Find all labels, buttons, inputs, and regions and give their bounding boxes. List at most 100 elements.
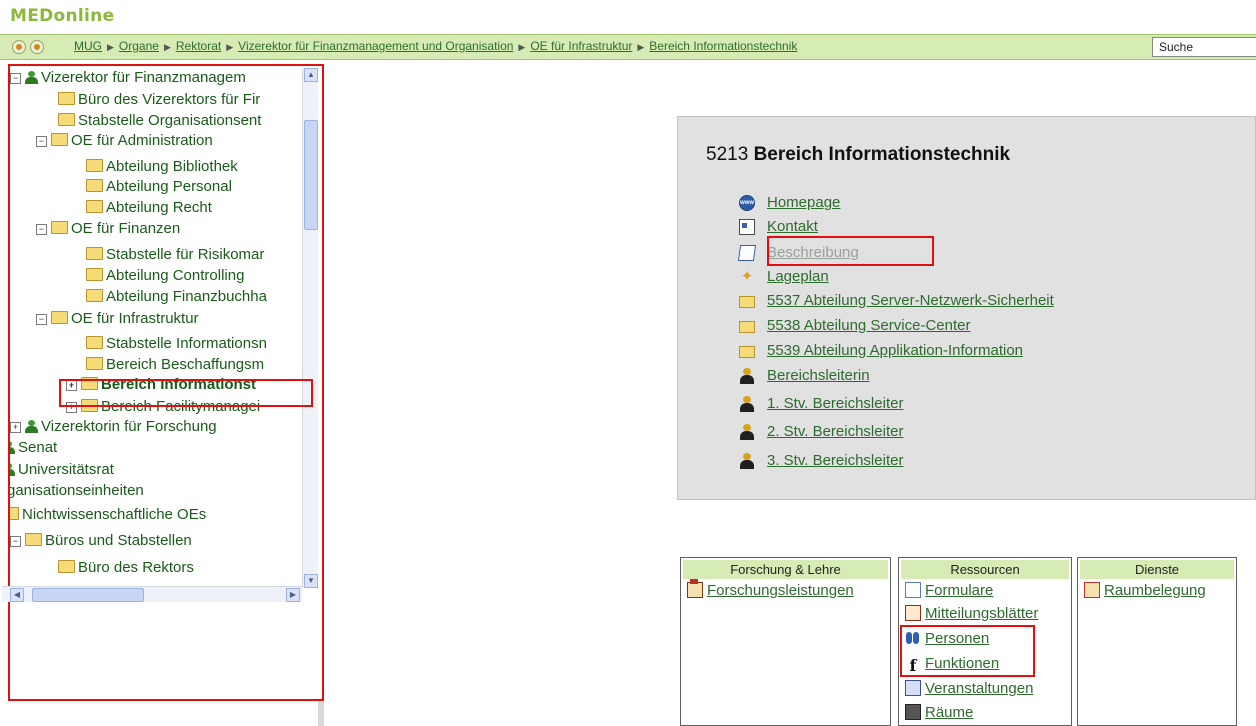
tree-horizontal-scrollbar[interactable]: ◀ ▶ — [2, 586, 302, 602]
search-input[interactable]: Suche — [1152, 37, 1256, 57]
tree-item[interactable]: − Büros und Stabstellen — [10, 531, 192, 551]
link-abteilung-5538[interactable]: 5538 Abteilung Service-Center — [739, 316, 970, 336]
page-title: 5213 Bereich Informationstechnik — [706, 144, 1010, 166]
collapse-icon[interactable]: − — [36, 224, 47, 235]
scroll-thumb[interactable] — [304, 120, 318, 230]
research-icon — [687, 579, 703, 598]
panel-splitter[interactable] — [318, 701, 324, 726]
tree-item-label: Stabstelle für Risikomar — [106, 246, 265, 263]
link-label[interactable]: Räume — [925, 704, 973, 721]
tree-item[interactable]: rganisationseinheiten — [10, 481, 144, 501]
link-mitteilungsblaetter[interactable]: Mitteilungsblätter — [905, 604, 1038, 624]
link-label[interactable]: 3. Stv. Bereichsleiter — [767, 452, 903, 469]
collapse-icon[interactable]: − — [36, 314, 47, 325]
tree-item[interactable]: Senat — [10, 438, 57, 458]
breadcrumb-organe[interactable]: Organe — [119, 39, 159, 53]
link-label[interactable]: Lageplan — [767, 268, 829, 285]
link-homepage[interactable]: www Homepage — [739, 193, 840, 213]
tree-item[interactable]: − OE für Finanzen — [36, 219, 180, 239]
link-forschungsleistungen[interactable]: Forschungsleistungen — [687, 579, 854, 601]
scroll-down-icon[interactable]: ▼ — [304, 574, 318, 588]
link-abteilung-5537[interactable]: 5537 Abteilung Server-Netzwerk-Sicherhei… — [739, 291, 1054, 311]
link-label[interactable]: Veranstaltungen — [925, 680, 1033, 697]
link-label[interactable]: Forschungsleistungen — [707, 582, 854, 599]
link-stv-3[interactable]: 3. Stv. Bereichsleiter — [740, 451, 903, 471]
link-kontakt[interactable]: Kontakt — [739, 217, 818, 237]
scroll-thumb[interactable] — [32, 588, 144, 602]
tree-item[interactable]: Bereich Beschaffungsm — [86, 355, 264, 375]
link-label[interactable]: Formulare — [925, 582, 993, 599]
tree-item[interactable]: Stabstelle Informationsn — [86, 334, 267, 354]
link-label[interactable]: Mitteilungsblätter — [925, 605, 1038, 622]
link-raumbelegung[interactable]: Raumbelegung — [1084, 581, 1206, 601]
link-label[interactable]: Bereichsleiterin — [767, 367, 870, 384]
tree-item-label: Abteilung Personal — [106, 178, 232, 195]
link-label[interactable]: 5538 Abteilung Service-Center — [767, 317, 970, 334]
collapse-icon[interactable]: − — [10, 73, 21, 84]
link-stv-2[interactable]: 2. Stv. Bereichsleiter — [740, 422, 903, 442]
link-label[interactable]: Raumbelegung — [1104, 582, 1206, 599]
breadcrumb-bar: MUG ▶ Organe ▶ Rektorat ▶ Vizerektor für Finan… — [0, 34, 1256, 60]
scroll-up-icon[interactable]: ▲ — [304, 68, 318, 82]
tree-item[interactable]: Abteilung Bibliothek — [86, 157, 238, 177]
link-bereichsleiterin[interactable]: Bereichsleiterin — [740, 366, 870, 386]
tree-item[interactable]: − Vizerektor für Finanzmanagem — [10, 68, 246, 88]
breadcrumb-vizerektor[interactable]: Vizerektor für Finanzmanagement und Orga… — [238, 39, 513, 53]
folder-icon — [25, 533, 42, 546]
tree-item[interactable]: Nichtwissenschaftliche OEs — [10, 505, 206, 525]
org-unit-info: 5213 Bereich Informationstechnik www Home… — [677, 116, 1256, 500]
breadcrumb-oe-infrastruktur[interactable]: OE für Infrastruktur — [530, 39, 632, 53]
tree-item-label: OE für Infrastruktur — [71, 310, 199, 327]
tree-vertical-scrollbar[interactable]: ▲ ▼ — [302, 68, 318, 588]
link-label[interactable]: Homepage — [767, 194, 840, 211]
tree-item-label: Stabstelle Informationsn — [106, 335, 267, 352]
link-stv-1[interactable]: 1. Stv. Bereichsleiter — [740, 394, 903, 414]
breadcrumb-bereich-it[interactable]: Bereich Informationstechnik — [649, 39, 797, 53]
folder-icon — [86, 247, 103, 260]
tree-item-label: OE für Finanzen — [71, 220, 181, 237]
link-raeume[interactable]: Räume — [905, 703, 973, 723]
tree-item[interactable]: Abteilung Recht — [86, 198, 212, 218]
tree-item[interactable]: Abteilung Personal — [86, 177, 232, 197]
back-icon[interactable] — [30, 40, 44, 54]
link-label[interactable]: Kontakt — [767, 218, 818, 235]
panel-header: Dienste — [1080, 560, 1234, 579]
link-label[interactable]: 2. Stv. Bereichsleiter — [767, 423, 903, 440]
folder-icon — [86, 336, 103, 349]
tree-item[interactable]: Stabstelle für Risikomar — [86, 245, 264, 265]
link-label[interactable]: 1. Stv. Bereichsleiter — [767, 395, 903, 412]
home-icon[interactable] — [12, 40, 26, 54]
scroll-left-icon[interactable]: ◀ — [10, 588, 24, 602]
link-formulare[interactable]: Formulare — [905, 581, 993, 601]
link-veranstaltungen[interactable]: Veranstaltungen — [905, 679, 1033, 699]
breadcrumb-rektorat[interactable]: Rektorat — [176, 39, 221, 53]
collapse-icon[interactable]: − — [10, 536, 21, 547]
tree-item[interactable]: Stabstelle Organisationsent — [58, 111, 261, 131]
expand-icon[interactable]: + — [10, 422, 21, 433]
person-icon — [739, 453, 755, 469]
scroll-right-icon[interactable]: ▶ — [286, 588, 300, 602]
tree-item[interactable]: Büro des Rektors — [58, 558, 194, 578]
tree-item[interactable]: − OE für Administration — [36, 131, 213, 151]
link-label[interactable]: 5537 Abteilung Server-Netzwerk-Sicherhei… — [767, 292, 1054, 309]
breadcrumb-mug[interactable]: MUG — [74, 39, 102, 53]
tree-item[interactable]: − OE für Infrastruktur — [36, 309, 199, 329]
collapse-icon[interactable]: − — [36, 136, 47, 147]
folder-icon — [86, 200, 103, 213]
org-tree-panel: − Vizerektor für Finanzmanagem Büro des V… — [2, 64, 324, 701]
tree-item[interactable]: + Vizerektorin für Forschung — [10, 417, 217, 437]
folder-icon — [51, 311, 68, 324]
tree-item[interactable]: Büro des Vizerektors für Fir — [58, 90, 260, 110]
panel-research: Forschung & Lehre Forschungsleistungen — [680, 557, 891, 726]
link-label[interactable]: 5539 Abteilung Applikation-Information — [767, 342, 1023, 359]
panel-header: Forschung & Lehre — [683, 560, 888, 579]
tree-item[interactable]: Abteilung Controlling — [86, 266, 244, 286]
link-lageplan[interactable]: ✦ Lageplan — [741, 267, 829, 287]
group-icon — [10, 441, 15, 454]
link-abteilung-5539[interactable]: 5539 Abteilung Applikation-Information — [739, 341, 1023, 361]
tree-item[interactable]: Abteilung Finanzbuchha — [86, 287, 267, 307]
tree-item[interactable]: Universitätsrat — [10, 460, 114, 480]
tree-item-label: Vizerektorin für Forschung — [41, 418, 217, 435]
breadcrumb-separator: ▶ — [226, 42, 234, 52]
medonline-logo: MEDonline — [10, 6, 115, 26]
